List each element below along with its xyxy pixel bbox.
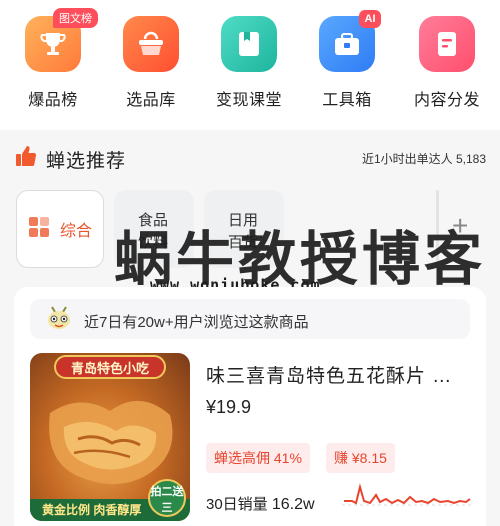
grid-icon [28, 216, 50, 242]
toolbar-item-hot-list[interactable]: 图文榜 爆品榜 [8, 8, 98, 110]
toolbar-label: 爆品榜 [28, 92, 78, 109]
toolbar-badge-image-list: 图文榜 [53, 8, 98, 28]
toolbar-item-toolbox[interactable]: AI 工具箱 [302, 10, 392, 110]
toolbar: 图文榜 爆品榜 选品库 变现课堂 AI 工具箱 内容分发 [0, 0, 500, 130]
scroll-divider [436, 190, 439, 268]
ai-badge: AI [359, 10, 381, 28]
toolbar-item-distribution[interactable]: 内容分发 [402, 16, 492, 110]
toolbox-icon: AI [319, 10, 381, 72]
toolbar-label: 工具箱 [322, 92, 372, 109]
document-icon [419, 16, 475, 72]
toolbar-label: 选品库 [126, 92, 176, 109]
toolbar-item-product-library[interactable]: 选品库 [106, 16, 196, 110]
sales-trend-chart [342, 483, 472, 506]
product-price: ¥19.9 [206, 397, 252, 417]
toolbar-label: 内容分发 [413, 92, 480, 109]
sales-value: 16.2w [271, 496, 315, 513]
product-image[interactable]: 青岛特色小吃 黄金比例 肉香醇厚 拍二送三 [30, 353, 190, 521]
section-header: 蝉选推荐 近1小时出单达人 5,183 [0, 130, 500, 182]
product-card[interactable]: 近7日有20w+用户浏览过这款商品 青岛特色小吃 黄金比例 肉香醇厚 拍二送三 … [14, 287, 486, 526]
sales-trend-line [344, 483, 471, 505]
mascot-icon [44, 303, 74, 338]
basket-icon [123, 16, 179, 72]
category-tab-daily[interactable]: 日用百货 [204, 190, 284, 268]
product-image-title: 青岛特色小吃 [54, 355, 166, 379]
category-tabs: 综合 食品饮料 日用百货 + [0, 182, 500, 274]
sales-label: 30日销量 [206, 496, 268, 513]
category-label: 日用百货 [228, 212, 259, 251]
browse-notice-text: 近7日有20w+用户浏览过这款商品 [84, 314, 309, 331]
sales-30d: 30日销量 16.2w [206, 493, 315, 514]
product-image-seal: 拍二送三 [148, 479, 186, 517]
product-title[interactable]: 味三喜青岛特色五花酥片 … [206, 361, 452, 388]
commission-badge: 蝉选高佣 41% [206, 443, 310, 473]
toolbar-label: 变现课堂 [215, 92, 282, 109]
category-tab-food[interactable]: 食品饮料 [114, 190, 194, 268]
thumbs-up-icon [14, 144, 38, 173]
book-icon [221, 16, 277, 72]
earn-badge: 赚 ¥8.15 [326, 443, 395, 473]
category-label: 综合 [59, 223, 92, 240]
add-category-button[interactable]: + [452, 212, 468, 240]
category-tab-all[interactable]: 综合 [16, 190, 104, 268]
toolbar-item-course[interactable]: 变现课堂 [204, 16, 294, 110]
category-label: 食品饮料 [138, 212, 169, 251]
browse-notice: 近7日有20w+用户浏览过这款商品 [30, 299, 470, 339]
section-title: 蝉选推荐 [46, 151, 127, 172]
trophy-icon: 图文榜 [25, 8, 98, 72]
recent-orders-stat: 近1小时出单达人 5,183 [361, 152, 486, 166]
